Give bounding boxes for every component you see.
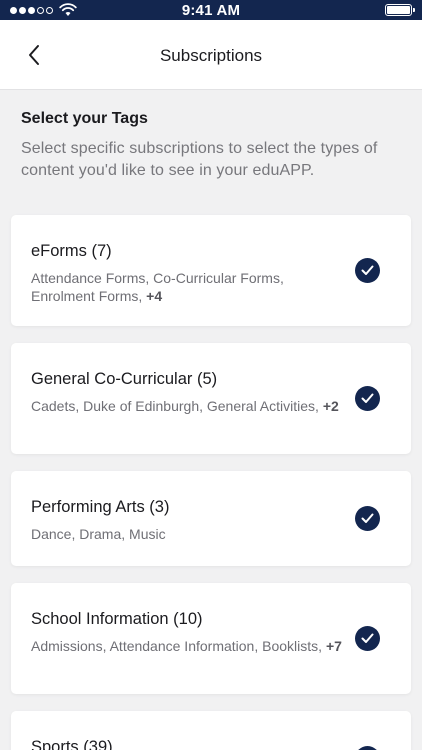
tag-title: Performing Arts (3)	[31, 498, 170, 516]
tag-card-general-co-curricular[interactable]: General Co-Curricular (5) Cadets, Duke o…	[11, 343, 411, 454]
tag-subtitle: Admissions, Attendance Information, Book…	[31, 637, 351, 655]
tag-more-count: +4	[146, 288, 163, 304]
status-bar: 9:41 AM	[0, 0, 422, 20]
section-title: Select your Tags	[21, 110, 148, 127]
check-icon[interactable]	[355, 506, 380, 531]
section-description: Select specific subscriptions to select …	[21, 140, 378, 179]
check-icon[interactable]	[355, 626, 380, 651]
tag-card-sports[interactable]: Sports (39)	[11, 711, 411, 750]
tag-more-count: +7	[325, 638, 342, 654]
tags-header: Select your Tags Select specific subscri…	[21, 110, 401, 182]
tag-subtitle: Dance, Drama, Music	[31, 525, 351, 543]
tag-items: Admissions, Attendance Information, Book…	[31, 638, 323, 654]
tag-more-count: +2	[322, 398, 339, 414]
tag-items: Dance, Drama, Music	[31, 526, 166, 542]
tag-title: General Co-Curricular (5)	[31, 370, 218, 388]
tag-subtitle: Attendance Forms, Co-Curricular Forms, E…	[31, 269, 351, 305]
tag-card-eforms[interactable]: eForms (7) Attendance Forms, Co-Curricul…	[11, 215, 411, 326]
page-title: Subscriptions	[159, 46, 263, 65]
tag-card-school-information[interactable]: School Information (10) Admissions, Atte…	[11, 583, 411, 694]
check-icon[interactable]	[355, 386, 380, 411]
tag-title: School Information (10)	[31, 610, 203, 628]
tag-subtitle: Cadets, Duke of Edinburgh, General Activ…	[31, 397, 351, 415]
check-icon[interactable]	[355, 258, 380, 283]
tag-title: Sports (39)	[31, 738, 113, 750]
tag-title: eForms (7)	[31, 242, 112, 260]
tag-items: Cadets, Duke of Edinburgh, General Activ…	[31, 398, 319, 414]
nav-bar: Subscriptions	[0, 20, 422, 90]
tag-list: eForms (7) Attendance Forms, Co-Curricul…	[11, 215, 411, 750]
tag-card-performing-arts[interactable]: Performing Arts (3) Dance, Drama, Music	[11, 471, 411, 566]
battery-icon	[385, 4, 415, 16]
status-time: 9:41 AM	[181, 1, 241, 19]
